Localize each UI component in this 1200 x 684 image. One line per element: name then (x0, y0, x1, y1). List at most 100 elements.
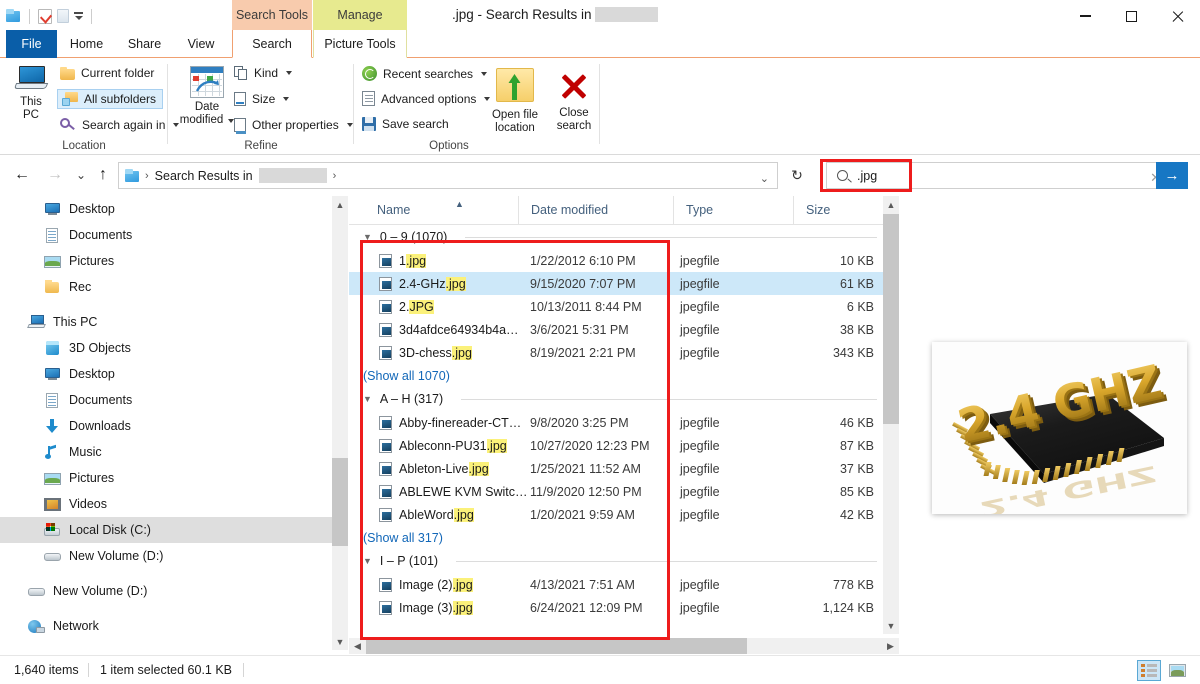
file-list-horizontal-scrollbar[interactable]: ◀ ▶ (349, 638, 899, 654)
kind-button[interactable]: Kind (234, 66, 292, 80)
thumbnails-view-button[interactable] (1166, 661, 1188, 680)
file-row[interactable]: Image (2).jpg4/13/2021 7:51 AMjpegfile77… (349, 573, 883, 596)
recent-locations-button[interactable]: ⌄ (72, 164, 90, 186)
sidebar-item-this-pc[interactable]: This PC (0, 309, 332, 335)
sidebar-item-documents[interactable]: Documents (0, 222, 332, 248)
open-file-location-button[interactable]: Open file location (484, 66, 546, 135)
sidebar-item-downloads[interactable]: Downloads (0, 413, 332, 439)
file-row[interactable]: 3D-chess.jpg8/19/2021 2:21 PMjpegfile343… (349, 341, 883, 364)
tab-home[interactable]: Home (57, 30, 116, 58)
search-again-in-button[interactable]: Search again in (60, 118, 179, 132)
scroll-down-icon[interactable]: ▼ (332, 633, 348, 650)
chevron-down-icon[interactable] (347, 123, 353, 127)
close-button[interactable] (1154, 0, 1200, 32)
scroll-down-icon[interactable]: ▼ (883, 617, 899, 634)
sidebar-item-3d-objects[interactable]: 3D Objects (0, 335, 332, 361)
file-group-header[interactable]: ▼0 – 9 (1070) (349, 225, 883, 249)
go-button[interactable]: → (1156, 162, 1188, 189)
scroll-left-icon[interactable]: ◀ (349, 638, 366, 654)
advanced-options-button[interactable]: Advanced options (362, 91, 490, 106)
file-group-header[interactable]: ▼I – P (101) (349, 549, 883, 573)
up-button[interactable]: ↑ (93, 164, 113, 186)
sidebar-item-desktop[interactable]: Desktop (0, 196, 332, 222)
sidebar-item-desktop[interactable]: Desktop (0, 361, 332, 387)
chevron-right-icon[interactable]: › (333, 170, 337, 182)
ribbon-tab-strip: File Home Share View Search Picture Tool… (0, 30, 1200, 58)
sidebar-item-local-disk-c[interactable]: Local Disk (C:) (0, 517, 332, 543)
tab-share[interactable]: Share (116, 30, 173, 58)
sidebar-item-new-volume-d[interactable]: New Volume (D:) (0, 578, 332, 604)
column-header-name[interactable]: Name ▲ (365, 196, 518, 224)
show-all-link[interactable]: (Show all 317) (349, 526, 883, 549)
navigation-pane[interactable]: DesktopDocumentsPicturesRecThis PC3D Obj… (0, 196, 332, 650)
file-row[interactable]: Ableconn-PU31.jpg10/27/2020 12:23 PMjpeg… (349, 434, 883, 457)
tab-view[interactable]: View (173, 30, 229, 58)
file-row[interactable]: Abby-finereader-CT…9/8/2020 3:25 PMjpegf… (349, 411, 883, 434)
file-row[interactable]: AbleWord.jpg1/20/2021 9:59 AMjpegfile42 … (349, 503, 883, 526)
date-modified-button[interactable]: Date modified (174, 66, 240, 127)
current-folder-button[interactable]: Current folder (60, 66, 154, 80)
other-properties-button[interactable]: Other properties (234, 118, 353, 132)
column-header-type[interactable]: Type (673, 196, 793, 224)
customize-qat-caret-icon[interactable] (74, 12, 83, 20)
title-bar: .jpg - Search Results in Search Tools Ma… (0, 0, 1200, 32)
chevron-down-icon[interactable]: ▼ (363, 556, 372, 566)
nav-pane-scrollbar[interactable]: ▲ ▼ (332, 196, 348, 650)
tab-file[interactable]: File (6, 30, 57, 58)
size-button[interactable]: Size (234, 92, 289, 106)
scrollbar-thumb[interactable] (332, 458, 348, 546)
tab-picture-tools[interactable]: Picture Tools (313, 30, 407, 58)
sidebar-item-videos[interactable]: Videos (0, 491, 332, 517)
file-list[interactable]: Name ▲ Date modified Type Size ▼0 – 9 (1… (349, 196, 899, 650)
refresh-button[interactable]: ↻ (784, 162, 810, 189)
file-list-scrollbar[interactable]: ▲ ▼ (883, 196, 899, 634)
this-pc-button[interactable]: This PC (6, 66, 56, 122)
column-header-size[interactable]: Size (793, 196, 883, 224)
scroll-right-icon[interactable]: ▶ (882, 638, 899, 654)
file-row[interactable]: 1.jpg1/22/2012 6:10 PMjpegfile10 KB (349, 249, 883, 272)
file-row[interactable]: Image (3).jpg6/24/2021 12:09 PMjpegfile1… (349, 596, 883, 619)
properties-icon[interactable] (38, 9, 52, 24)
file-row[interactable]: Ableton-Live.jpg1/25/2021 11:52 AMjpegfi… (349, 457, 883, 480)
new-folder-icon[interactable] (57, 9, 69, 23)
view-mode-buttons[interactable] (1138, 661, 1188, 680)
sidebar-item-music[interactable]: Music (0, 439, 332, 465)
recent-searches-button[interactable]: Recent searches (362, 66, 487, 81)
file-row[interactable]: 3d4afdce64934b4a…3/6/2021 5:31 PMjpegfil… (349, 318, 883, 341)
maximize-button[interactable] (1108, 0, 1154, 32)
scrollbar-thumb[interactable] (883, 214, 899, 424)
chevron-down-icon[interactable]: ▼ (363, 232, 372, 242)
details-view-button[interactable] (1138, 661, 1160, 680)
sidebar-item-pictures[interactable]: Pictures (0, 465, 332, 491)
search-input[interactable]: .jpg ✕ (826, 162, 1172, 189)
breadcrumb[interactable]: › Search Results in › ⌄ (118, 162, 778, 189)
close-search-button[interactable]: Close search (550, 70, 598, 133)
sidebar-item-rec[interactable]: Rec (0, 274, 332, 300)
chevron-down-icon[interactable]: ▼ (363, 394, 372, 404)
file-group-header[interactable]: ▼A – H (317) (349, 387, 883, 411)
window-controls[interactable] (1062, 0, 1200, 32)
sidebar-item-network[interactable]: Network (0, 613, 332, 639)
tab-search[interactable]: Search (232, 30, 312, 58)
minimize-button[interactable] (1062, 0, 1108, 32)
scrollbar-thumb[interactable] (366, 638, 747, 654)
save-search-button[interactable]: Save search (362, 117, 449, 131)
file-row[interactable]: 2.4-GHz.jpg9/15/2020 7:07 PMjpegfile61 K… (349, 272, 883, 295)
forward-button[interactable]: → (45, 164, 65, 186)
all-subfolders-button[interactable]: All subfolders (58, 90, 162, 108)
chevron-down-icon[interactable] (286, 71, 292, 75)
quick-access-toolbar[interactable] (6, 5, 95, 27)
sidebar-item-pictures[interactable]: Pictures (0, 248, 332, 274)
column-header-date-modified[interactable]: Date modified (518, 196, 673, 224)
sidebar-item-new-volume-d[interactable]: New Volume (D:) (0, 543, 332, 569)
chevron-down-icon[interactable] (283, 97, 289, 101)
file-row[interactable]: ABLEWE KVM Switc…11/9/2020 12:50 PMjpegf… (349, 480, 883, 503)
file-rows-container[interactable]: ▼0 – 9 (1070)1.jpg1/22/2012 6:10 PMjpegf… (349, 225, 883, 634)
scroll-up-icon[interactable]: ▲ (883, 196, 899, 213)
show-all-link[interactable]: (Show all 1070) (349, 364, 883, 387)
back-button[interactable]: ← (12, 164, 32, 186)
sidebar-item-documents[interactable]: Documents (0, 387, 332, 413)
scroll-up-icon[interactable]: ▲ (332, 196, 348, 213)
address-dropdown-icon[interactable]: ⌄ (760, 172, 769, 185)
file-row[interactable]: 2.JPG10/13/2011 8:44 PMjpegfile6 KB (349, 295, 883, 318)
